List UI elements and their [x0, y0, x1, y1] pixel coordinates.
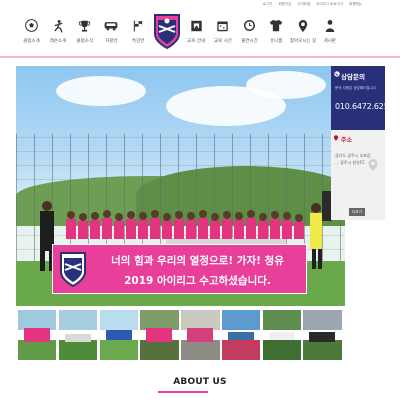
main-nav: 클럽소개 레슨소개 클럽소식 차량안 특강반 교육 안내 교육 시간 출연시간 … — [18, 10, 343, 52]
calendar-icon — [215, 18, 230, 33]
kicking-player-icon — [51, 18, 66, 33]
thumbnail[interactable] — [140, 310, 179, 360]
top-link[interactable]: 아이리그 바로가기 — [316, 2, 343, 7]
thumbnail[interactable] — [181, 310, 220, 360]
phone-icon — [334, 71, 340, 77]
banner-logo-icon — [60, 252, 86, 288]
club-logo[interactable] — [152, 10, 183, 52]
map-icon — [368, 159, 378, 171]
hero-photo[interactable]: 너의 힘과 우리의 열정으로! 가자! 청유 2019 아이리그 수고하셨습니다… — [16, 66, 345, 306]
location-icon — [333, 135, 339, 141]
banner-line-2: 2019 아이리그 수고하셨습니다. — [124, 275, 271, 287]
thumbnail[interactable] — [262, 310, 302, 360]
nav-label: 특강반 — [131, 39, 145, 44]
address-more-button[interactable]: 더보기 — [349, 208, 365, 216]
nav-item-education[interactable]: 교육 안내 — [183, 10, 210, 52]
header-divider — [0, 56, 400, 58]
thumbnail[interactable] — [99, 310, 139, 360]
nav-label: 클럽소식 — [76, 39, 94, 44]
nav-item-time[interactable]: 출연시간 — [236, 10, 263, 52]
nav-item-uniform[interactable]: 유니폼 — [263, 10, 290, 52]
nav-label: 출연시간 — [241, 39, 258, 44]
top-utility-bar: 로그인 회원가입 사이트맵 아이리그 바로가기 회원메뉴 — [0, 0, 400, 8]
nav-item-club-intro[interactable]: 클럽소개 — [18, 10, 45, 52]
document-icon — [189, 18, 204, 33]
nav-label: 교육 안내 — [187, 39, 206, 44]
banner-line-1: 너의 힘과 우리의 열정으로! 가자! 청유 — [111, 255, 284, 267]
nav-item-vehicle[interactable]: 차량안 — [98, 10, 125, 52]
nav-item-schedule[interactable]: 교육 시간 — [210, 10, 237, 52]
contact-title: 상담문의 — [341, 73, 365, 81]
contact-subtitle: 문의 사항은 상담해드립니다 — [335, 86, 376, 90]
jersey-icon — [269, 18, 284, 33]
nav-item-directions[interactable]: 찾아오시는 길 — [290, 10, 317, 52]
nav-item-lesson[interactable]: 레슨소개 — [45, 10, 72, 52]
top-link[interactable]: 회원메뉴 — [349, 2, 362, 7]
bus-icon — [104, 18, 119, 33]
team-banner: 너의 힘과 우리의 열정으로! 가자! 청유 2019 아이리그 수고하셨습니다… — [52, 244, 307, 294]
nav-label: 유니폼 — [270, 39, 283, 44]
trophy-icon — [77, 18, 92, 33]
person-icon — [322, 18, 337, 33]
about-underline — [158, 391, 208, 393]
contact-phone[interactable]: 010.6472.6253 — [335, 102, 394, 111]
thumbnail[interactable] — [18, 310, 57, 360]
nav-label: 찾아오시는 길 — [289, 39, 317, 44]
thumbnail[interactable] — [58, 310, 98, 360]
nav-label: 교육 시간 — [213, 39, 232, 44]
nav-item-special[interactable]: 특강반 — [125, 10, 152, 52]
nav-label: 게시판 — [323, 39, 336, 44]
soccer-ball-icon — [24, 18, 39, 33]
address-panel: 주소 경기도 광주시 오포읍 ... 광주시 청유FC 더보기 — [331, 130, 385, 220]
nav-item-club-news[interactable]: 클럽소식 — [71, 10, 98, 52]
top-link[interactable]: 로그인 — [263, 2, 273, 7]
map-pin-icon — [295, 18, 310, 33]
nav-item-board[interactable]: 게시판 — [316, 10, 343, 52]
cloud — [56, 76, 146, 106]
thumbnail[interactable] — [221, 310, 261, 360]
cloud — [246, 71, 326, 99]
photo-thumbnails — [18, 310, 342, 360]
contact-panel[interactable]: 상담문의 문의 사항은 상담해드립니다 010.6472.6253 — [331, 66, 394, 130]
nav-label: 차량안 — [105, 39, 118, 44]
about-us-heading: ABOUT US — [173, 377, 227, 387]
top-link[interactable]: 회원가입 — [278, 2, 291, 7]
clock-icon — [242, 18, 257, 33]
flag-icon — [131, 18, 146, 33]
top-link[interactable]: 사이트맵 — [297, 2, 310, 7]
nav-label: 레슨소개 — [49, 39, 67, 44]
thumbnail[interactable] — [303, 310, 342, 360]
nav-label: 클럽소개 — [23, 39, 40, 44]
address-title: 주소 — [341, 137, 353, 144]
